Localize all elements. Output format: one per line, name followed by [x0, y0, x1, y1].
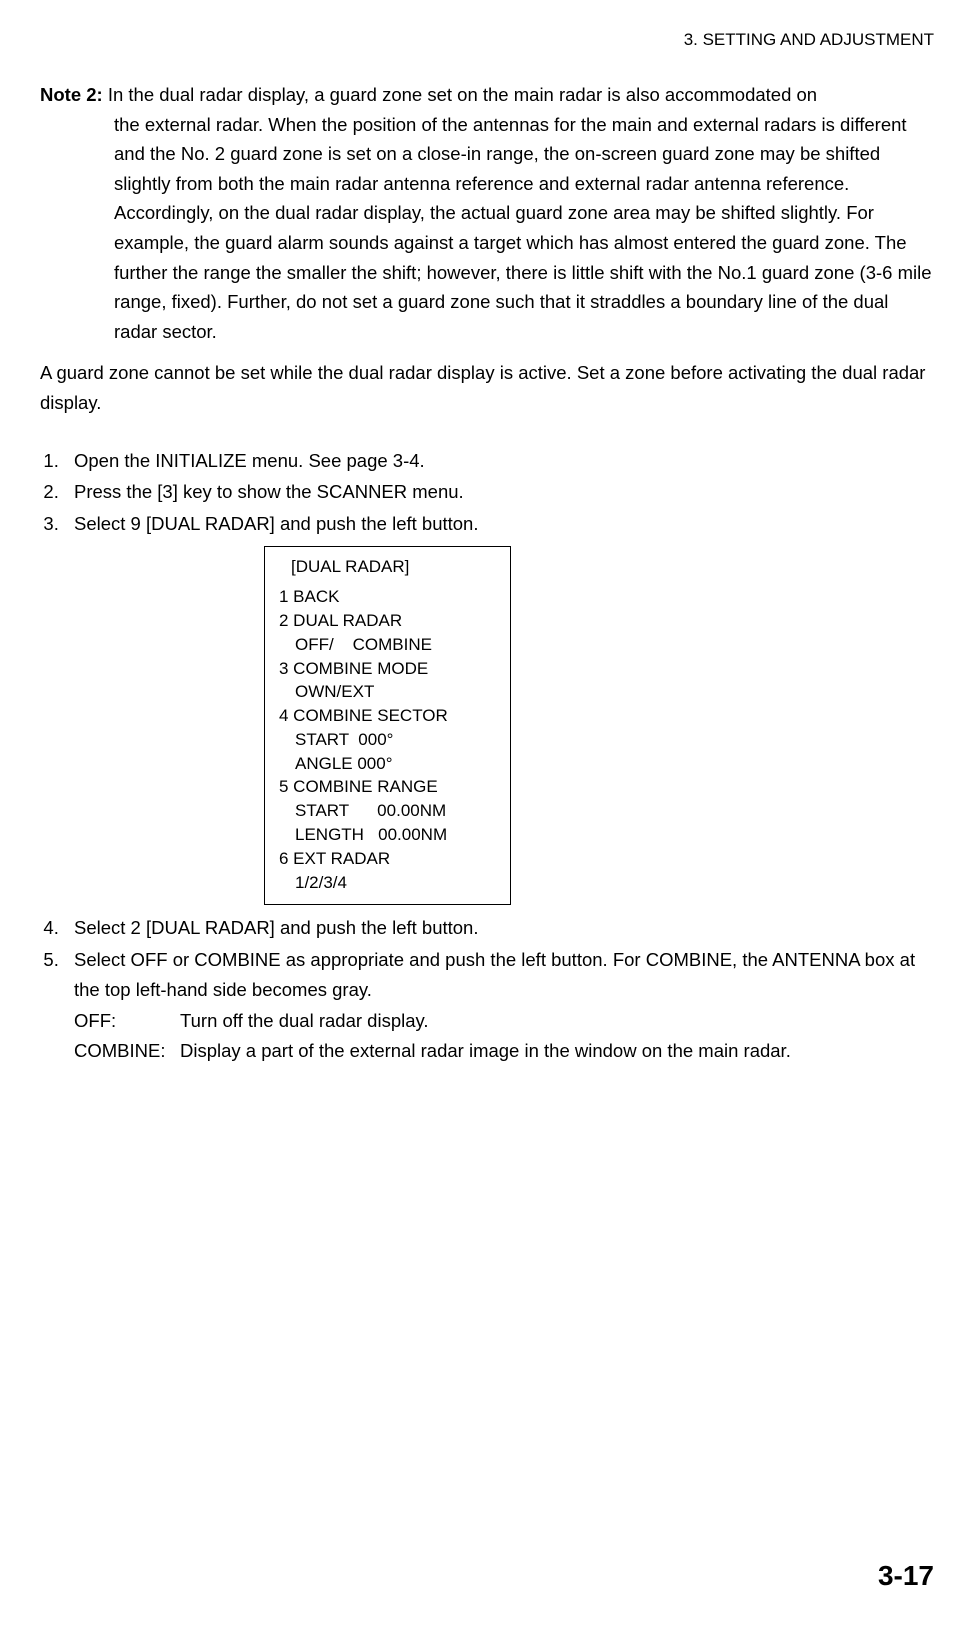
guard-zone-paragraph: A guard zone cannot be set while the dua…: [40, 358, 934, 417]
dual-radar-menu-box: [DUAL RADAR] 1 BACK 2 DUAL RADAR OFF/ CO…: [264, 546, 511, 905]
def-off-row: OFF: Turn off the dual radar display.: [74, 1006, 934, 1036]
note-first-line: In the dual radar display, a guard zone …: [103, 84, 817, 105]
menu-item-6: 6 EXT RADAR: [279, 847, 496, 871]
note-body: the external radar. When the position of…: [40, 110, 934, 347]
step-3: Select 9 [DUAL RADAR] and push the left …: [64, 509, 934, 906]
step-5-text: Select OFF or COMBINE as appropriate and…: [74, 949, 915, 1000]
def-combine-row: COMBINE: Display a part of the external …: [74, 1036, 934, 1066]
menu-item-2-sub: OFF/ COMBINE: [279, 633, 496, 657]
menu-item-2: 2 DUAL RADAR: [279, 609, 496, 633]
menu-item-3: 3 COMBINE MODE: [279, 657, 496, 681]
def-off-label: OFF:: [74, 1006, 180, 1036]
step-1: Open the INITIALIZE menu. See page 3-4.: [64, 446, 934, 476]
def-off-text: Turn off the dual radar display.: [180, 1006, 934, 1036]
menu-item-1: 1 BACK: [279, 585, 496, 609]
step-2: Press the [3] key to show the SCANNER me…: [64, 477, 934, 507]
menu-item-5-sub2: LENGTH 00.00NM: [279, 823, 496, 847]
menu-item-4-sub1: START 000°: [279, 728, 496, 752]
menu-item-4-sub2: ANGLE 000°: [279, 752, 496, 776]
note-2-section: Note 2: In the dual radar display, a gua…: [40, 80, 934, 346]
menu-item-5-sub1: START 00.00NM: [279, 799, 496, 823]
steps-list: Open the INITIALIZE menu. See page 3-4. …: [40, 446, 934, 1066]
menu-item-3-sub: OWN/EXT: [279, 680, 496, 704]
step-5-definitions: OFF: Turn off the dual radar display. CO…: [74, 1006, 934, 1065]
step-3-text: Select 9 [DUAL RADAR] and push the left …: [74, 513, 478, 534]
menu-item-6-sub: 1/2/3/4: [279, 871, 496, 895]
menu-title: [DUAL RADAR]: [279, 555, 496, 579]
menu-item-4: 4 COMBINE SECTOR: [279, 704, 496, 728]
page-number: 3-17: [878, 1560, 934, 1592]
section-header: 3. SETTING AND ADJUSTMENT: [40, 30, 934, 50]
step-5: Select OFF or COMBINE as appropriate and…: [64, 945, 934, 1065]
def-combine-label: COMBINE:: [74, 1036, 180, 1066]
def-combine-text: Display a part of the external radar ima…: [180, 1036, 934, 1066]
step-4: Select 2 [DUAL RADAR] and push the left …: [64, 913, 934, 943]
menu-item-5: 5 COMBINE RANGE: [279, 775, 496, 799]
note-label: Note 2:: [40, 84, 103, 105]
